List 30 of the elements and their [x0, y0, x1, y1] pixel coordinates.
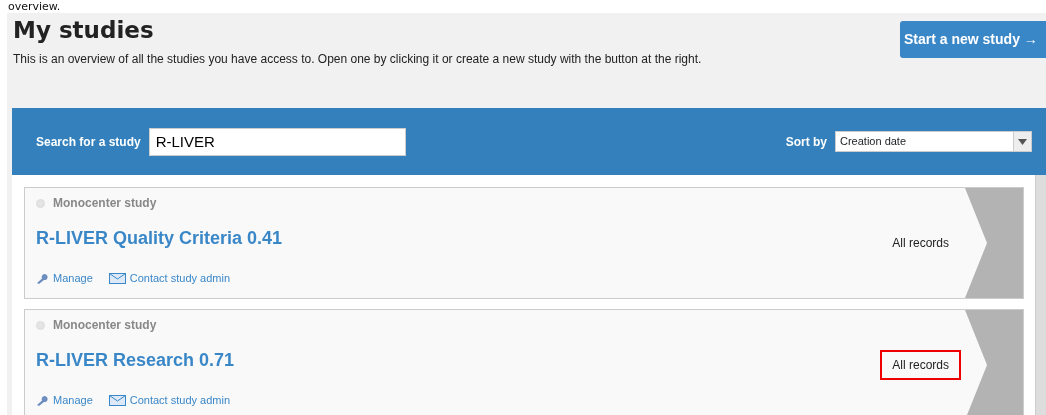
study-type: Monocenter study [53, 317, 157, 334]
sort-label: Sort by [785, 133, 827, 151]
manage-link[interactable]: Manage [36, 270, 93, 287]
search-field[interactable]: R-LIVER [148, 127, 406, 156]
page-description: This is an overview of all the studies you have access to. Open one by clicking it or create a new study with the button at the right. [13, 51, 703, 68]
study-title-link[interactable]: R-LIVER Quality Criteria 0.41 [36, 228, 283, 248]
envelope-icon [108, 394, 126, 406]
page-title: My studies [13, 16, 155, 45]
study-type: Monocenter study [53, 195, 157, 212]
records-label: All records [891, 235, 950, 252]
search-label: Search for a study [36, 133, 141, 151]
cut-text: overview. [8, 0, 61, 13]
records-label: All records [880, 350, 961, 380]
status-dot-icon [36, 198, 45, 208]
chevron-arrow-icon[interactable] [965, 188, 1023, 298]
manage-link[interactable]: Manage [36, 392, 93, 409]
scrollbar[interactable] [1035, 175, 1046, 415]
wrench-icon [36, 394, 49, 407]
caret-icon [1018, 138, 1027, 145]
sort-dropdown[interactable]: Creation date [835, 131, 1032, 152]
contact-admin-link[interactable]: Contact study admin [108, 270, 231, 287]
wrench-icon [36, 272, 49, 285]
envelope-icon [108, 272, 126, 284]
study-title-link[interactable]: R-LIVER Research 0.71 [36, 350, 235, 370]
contact-admin-link[interactable]: Contact study admin [108, 392, 231, 409]
status-dot-icon [36, 320, 45, 330]
study-card[interactable]: Monocenter study R-LIVER Research 0.71 Manage Contact study admin All records [24, 309, 1024, 415]
chevron-arrow-icon[interactable] [965, 310, 1023, 415]
new-study-button[interactable]: Start a new study → [900, 21, 1046, 58]
study-card[interactable]: Monocenter study R-LIVER Quality Criteria 0.41 Manage Contact study admin All records [24, 187, 1024, 299]
